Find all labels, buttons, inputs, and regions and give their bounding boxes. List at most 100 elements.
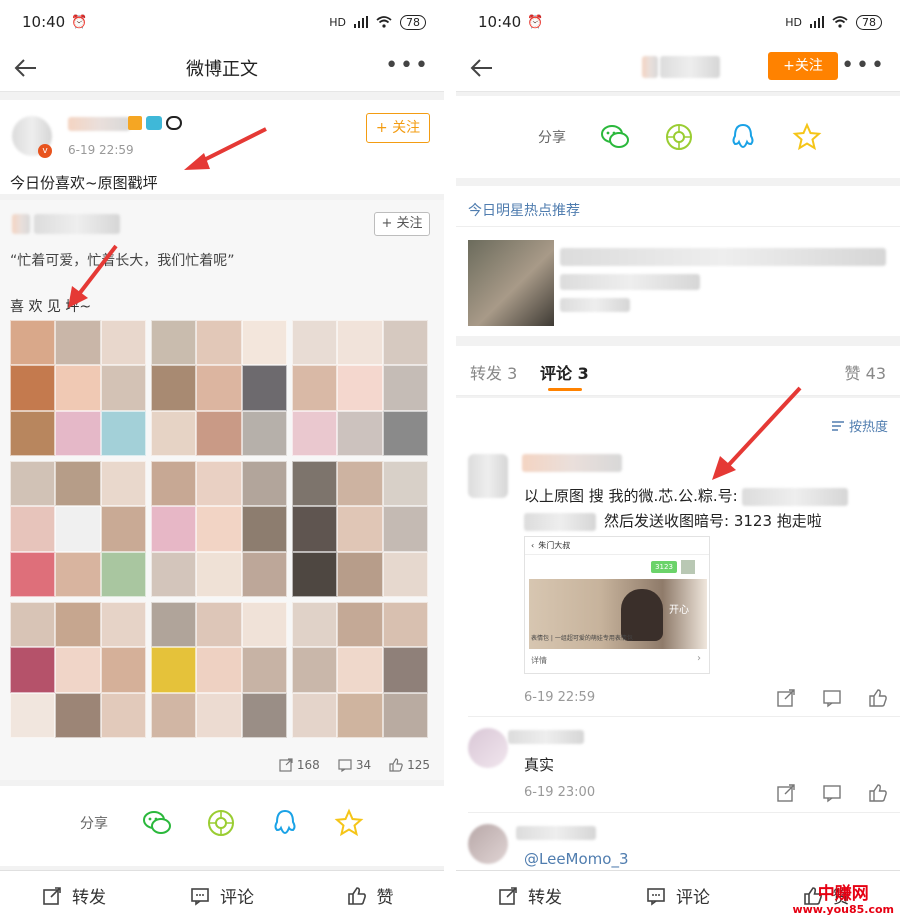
repost-icon[interactable] [776, 688, 796, 708]
post-stats: 168 34 125 [279, 758, 430, 772]
comment-image[interactable]: ‹ 朱门大叔 3123 开心 表情包 | 一组超可爱的萌娃专用表情包 详情 › [524, 536, 710, 674]
hot-heading: 今日明星热点推荐 [468, 203, 580, 219]
favorite-star-icon[interactable] [334, 808, 364, 838]
comment-icon[interactable] [822, 688, 842, 708]
repost-button[interactable]: 转发 [456, 871, 604, 920]
grid-image[interactable] [10, 602, 146, 738]
like-label: 赞 [376, 888, 394, 908]
follow-button[interactable]: + 关注 [366, 113, 430, 143]
grid-image[interactable] [151, 602, 287, 738]
moments-icon[interactable] [664, 122, 694, 152]
annotation-arrow [712, 386, 802, 480]
share-label: 分享 [80, 816, 108, 832]
repost-follow-button[interactable]: + 关注 [374, 212, 430, 236]
comment-divider [468, 716, 900, 717]
share-label: 分享 [538, 130, 566, 146]
sort-icon [831, 420, 844, 431]
tab-comments[interactable]: 评论 3 [540, 360, 589, 384]
comment-icon [647, 887, 665, 906]
grid-image[interactable] [151, 320, 287, 456]
comment-button[interactable]: 评论 [148, 871, 296, 920]
comment-button[interactable]: 评论 [604, 871, 752, 920]
follow-button[interactable]: +关注 [768, 52, 838, 80]
post-timestamp: 6-19 22:59 [68, 143, 134, 157]
commenter-name[interactable] [508, 730, 584, 744]
annotation-arrow [184, 127, 267, 170]
status-bar: 10:40 ⏰ HD 78 [0, 0, 444, 44]
grid-image[interactable] [10, 320, 146, 456]
status-time: 10:40 [22, 13, 66, 31]
comment-label: 评论 [220, 888, 254, 908]
back-arrow-icon: ‹ [531, 541, 535, 550]
battery-indicator: 78 [856, 14, 882, 30]
thumbs-up-icon[interactable] [868, 783, 888, 803]
wechat-icon[interactable] [600, 122, 630, 152]
commenter-avatar[interactable] [468, 728, 508, 768]
username[interactable] [68, 117, 130, 131]
favorite-star-icon[interactable] [792, 122, 822, 152]
author-avatar[interactable] [642, 56, 658, 78]
signal-icon [354, 16, 368, 28]
status-bar: 10:40 ⏰ HD 78 [456, 0, 900, 44]
share-panel: 分享 [456, 96, 900, 178]
image-header: 朱门大叔 [538, 541, 571, 550]
grid-image[interactable] [10, 461, 146, 597]
back-arrow-icon[interactable] [466, 52, 498, 84]
qq-icon[interactable] [270, 808, 300, 838]
repost-button[interactable]: 转发 [0, 871, 148, 920]
commenter-avatar[interactable] [468, 824, 508, 864]
repost-icon[interactable] [776, 783, 796, 803]
sort-toggle[interactable]: 按热度 [831, 416, 888, 435]
grid-image[interactable] [292, 320, 428, 456]
battery-indicator: 78 [400, 14, 426, 30]
like-button[interactable]: 赞 [296, 871, 444, 920]
comment-count-value: 34 [355, 758, 372, 772]
alarm-icon: ⏰ [527, 14, 544, 30]
member-badge-icon [128, 116, 142, 130]
signal-icon [810, 16, 824, 28]
author-name[interactable] [660, 56, 720, 78]
qq-icon[interactable] [728, 122, 758, 152]
grid-image[interactable] [292, 602, 428, 738]
tab-likes[interactable]: 赞 43 [845, 360, 886, 384]
thumbs-up-icon[interactable] [868, 688, 888, 708]
repost-icon [279, 758, 293, 772]
nav-bar: 微博正文 ••• [0, 44, 444, 92]
annotation-arrow [68, 244, 118, 308]
bottom-action-bar: 转发 评论 赞 [0, 870, 444, 920]
repost-count[interactable]: 168 [279, 758, 320, 772]
tab-reposts[interactable]: 转发 3 [470, 360, 517, 384]
wifi-icon [376, 16, 392, 28]
repost-icon [499, 886, 517, 905]
repost-icon [43, 886, 61, 905]
verified-badge-icon: v [38, 144, 52, 158]
grid-image[interactable] [292, 461, 428, 597]
wechat-icon[interactable] [142, 808, 172, 838]
moments-icon[interactable] [206, 808, 236, 838]
comment-text: 真实 [524, 756, 555, 774]
more-options-icon[interactable]: ••• [385, 55, 430, 77]
more-options-icon[interactable]: ••• [841, 55, 886, 77]
commenter-avatar[interactable] [468, 454, 508, 498]
like-count[interactable]: 125 [389, 758, 430, 772]
hot-title [560, 248, 886, 266]
sort-label: 按热度 [848, 420, 888, 435]
like-count-value: 125 [407, 758, 430, 772]
right-screen: 10:40 ⏰ HD 78 +关注 ••• 分享 今日明星热点推荐 转发 3 评… [456, 0, 900, 920]
network-label: HD [785, 15, 802, 29]
comment-tabs: 转发 3 评论 3 赞 43 [456, 346, 900, 396]
thumbs-up-icon [347, 886, 366, 905]
comment-text: @LeeMomo_3 [524, 850, 629, 868]
comment-count[interactable]: 34 [338, 758, 371, 772]
commenter-name[interactable] [522, 454, 622, 472]
commenter-name[interactable] [516, 826, 596, 840]
comment-line-2: 然后发送收图暗号: 3123 抱走啦 [604, 512, 822, 530]
hot-thumbnail[interactable] [468, 240, 554, 326]
grid-image[interactable] [151, 461, 287, 597]
comment-icon[interactable] [822, 783, 842, 803]
comment-divider [468, 812, 900, 813]
alarm-icon: ⏰ [71, 14, 88, 30]
share-panel: 分享 [0, 786, 444, 866]
thumbs-up-icon [389, 758, 403, 772]
hot-recommendation[interactable]: 今日明星热点推荐 [456, 186, 900, 336]
